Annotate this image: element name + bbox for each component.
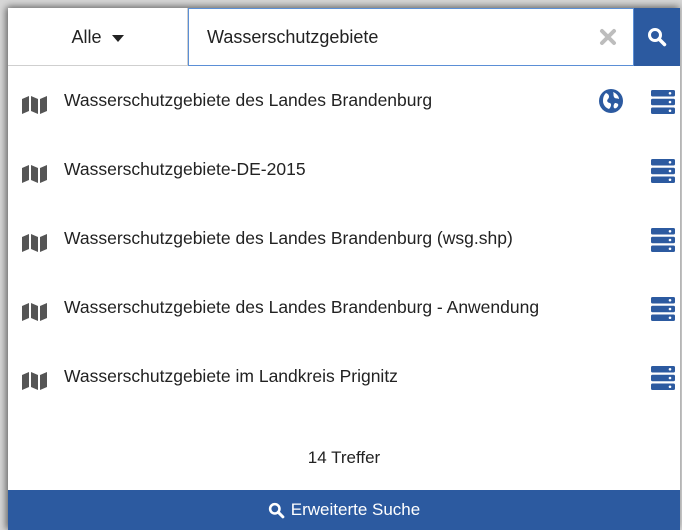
result-item[interactable]: Wasserschutzgebiete des Landes Brandenbu… (8, 275, 680, 344)
search-icon (648, 28, 667, 47)
server-icon[interactable] (650, 89, 676, 115)
map-icon (22, 165, 47, 183)
advanced-search-label: Erweiterte Suche (290, 500, 421, 519)
advanced-search-button[interactable]: Erweiterte Suche (8, 490, 680, 530)
scope-dropdown[interactable]: Alle (8, 8, 188, 66)
search-panel: Alle Wasserschutzgebiete d (8, 8, 680, 530)
server-icon[interactable] (650, 365, 676, 391)
server-icon[interactable] (650, 227, 676, 253)
search-field-wrapper (188, 8, 634, 66)
search-icon (268, 502, 285, 518)
result-item[interactable]: Wasserschutzgebiete des Landes Brandenbu… (8, 68, 680, 137)
result-title: Wasserschutzgebiete des Landes Brandenbu… (64, 90, 433, 110)
map-icon (22, 234, 47, 252)
result-title: Wasserschutzgebiete des Landes Brandenbu… (64, 297, 540, 317)
result-title: Wasserschutzgebiete-DE-2015 (64, 159, 306, 179)
result-item[interactable]: Wasserschutzgebiete des Landes Brandenbu… (8, 206, 680, 275)
results-list: Wasserschutzgebiete des Landes Brandenbu… (8, 68, 680, 413)
result-title: Wasserschutzgebiete des Landes Brandenbu… (64, 228, 513, 248)
globe-icon[interactable] (598, 88, 624, 114)
caret-down-icon (111, 34, 124, 42)
server-icon[interactable] (650, 158, 676, 184)
search-button[interactable] (634, 8, 680, 66)
search-bar: Alle (8, 8, 680, 66)
scope-label: Alle (71, 26, 102, 47)
map-icon (22, 303, 47, 321)
result-item[interactable]: Wasserschutzgebiete-DE-2015 (8, 137, 680, 206)
result-title: Wasserschutzgebiete im Landkreis Prignit… (64, 366, 398, 386)
result-count: 14 Treffer (307, 448, 381, 467)
map-icon (22, 96, 47, 114)
result-item[interactable]: Wasserschutzgebiete im Landkreis Prignit… (8, 344, 680, 413)
clear-icon[interactable] (597, 26, 619, 48)
server-icon[interactable] (650, 296, 676, 322)
search-input[interactable] (207, 17, 587, 57)
map-icon (22, 372, 47, 390)
